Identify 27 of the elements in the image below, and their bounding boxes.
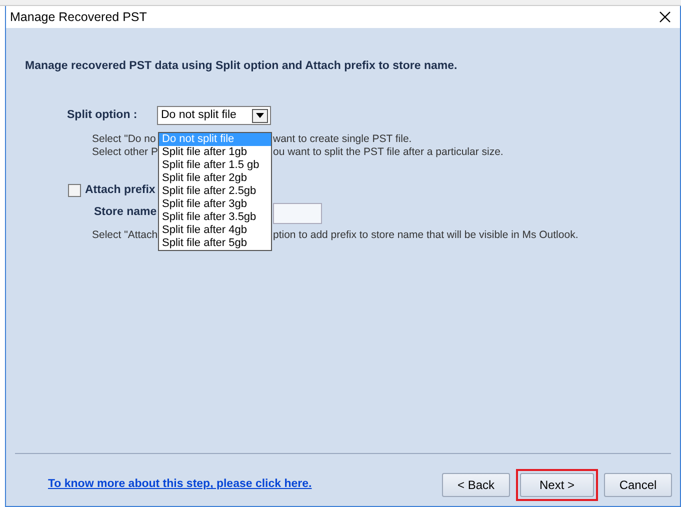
window-title: Manage Recovered PST xyxy=(10,8,147,26)
hint-text: Select other P xyxy=(92,146,158,160)
attach-prefix-label: Attach prefix xyxy=(85,183,156,198)
dropdown-option[interactable]: Split file after 2gb xyxy=(159,172,271,185)
store-name-field[interactable] xyxy=(272,202,322,224)
dropdown-option[interactable]: Split file after 1gb xyxy=(159,146,271,159)
close-button[interactable] xyxy=(658,10,672,24)
back-button[interactable]: < Back xyxy=(442,473,510,497)
cancel-button[interactable]: Cancel xyxy=(604,473,672,497)
store-name-label: Store name xyxy=(94,205,157,220)
split-option-label: Split option : xyxy=(67,108,138,124)
hint-text: Select "Do no xyxy=(92,133,157,146)
hint-text: Select "Attach xyxy=(92,228,158,242)
help-link[interactable]: To know more about this step, please click here. xyxy=(48,476,312,494)
dropdown-option[interactable]: Split file after 3.5gb xyxy=(159,211,271,224)
hint-text: ption to add prefix to store name that will be visible in Ms Outlook. xyxy=(273,228,578,242)
hint-text: want to create single PST file. xyxy=(273,133,412,146)
intro-text: Manage recovered PST data using Split option and Attach prefix to store name. xyxy=(25,59,458,74)
hint-text: ou want to split the PST file after a particular size. xyxy=(273,146,504,160)
dropdown-option[interactable]: Split file after 4gb xyxy=(159,224,271,237)
next-button[interactable]: Next > xyxy=(520,473,594,497)
dropdown-option[interactable]: Split file after 3gb xyxy=(159,198,271,211)
attach-prefix-checkbox[interactable] xyxy=(68,184,81,198)
dropdown-option[interactable]: Split file after 2.5gb xyxy=(159,185,271,198)
dropdown-option[interactable]: Split file after 1.5 gb xyxy=(159,159,271,172)
split-option-dropdown[interactable]: Do not split file xyxy=(157,106,271,126)
dropdown-option[interactable]: Split file after 5gb xyxy=(159,237,271,250)
